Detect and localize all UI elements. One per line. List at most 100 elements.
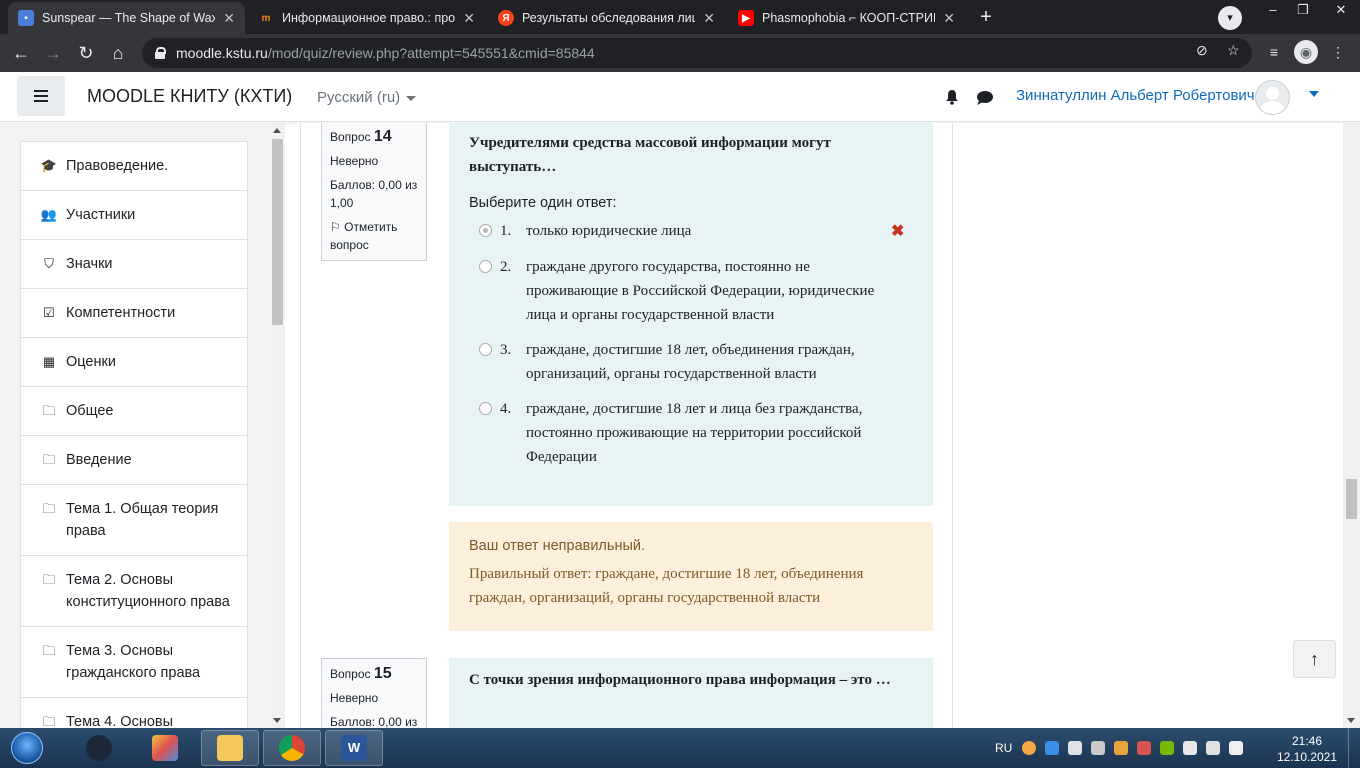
show-desktop-button[interactable] xyxy=(1348,728,1360,768)
tray-app-icon[interactable] xyxy=(1045,741,1060,755)
bookmark-star-icon[interactable]: ☆ xyxy=(1227,42,1240,59)
taskbar-app-steam[interactable] xyxy=(70,730,128,766)
nav-item-competencies[interactable]: ☑ Компетентности xyxy=(21,289,247,338)
answer-option-3: 3. граждане, достигшие 18 лет, объединен… xyxy=(469,338,913,386)
tab-title: Sunspear — The Shape of Wax xyxy=(42,11,216,25)
nvidia-icon[interactable] xyxy=(1160,741,1175,755)
shield-icon: ⛉ xyxy=(44,256,54,271)
question-number-value: 14 xyxy=(373,128,392,145)
nav-item-intro[interactable]: 🗀 Введение xyxy=(21,436,247,485)
close-tab-icon[interactable]: ✕ xyxy=(703,10,715,27)
nav-item-topic-2[interactable]: 🗀 Тема 2. Основы конституционного права xyxy=(21,556,247,627)
answer-radio[interactable] xyxy=(479,224,492,237)
nav-item-label: Участники xyxy=(66,207,136,223)
word-icon: W xyxy=(341,735,367,761)
nav-item-label: Тема 4. Основы xyxy=(66,714,174,728)
taskbar-app-chrome[interactable] xyxy=(263,730,321,766)
minimize-icon[interactable]: – xyxy=(1258,0,1288,22)
page-scrollbar[interactable] xyxy=(1343,123,1360,728)
browser-tab-4[interactable]: ▶ Phasmophobia ⌐ КООП-СТРИМ ✕ xyxy=(728,2,965,34)
tray-app-icon[interactable] xyxy=(1114,741,1129,755)
address-bar[interactable]: moodle.kstu.ru /mod/quiz/review.php?atte… xyxy=(142,38,1252,68)
tray-app-icon[interactable] xyxy=(1137,741,1152,755)
answer-radio[interactable] xyxy=(479,260,492,273)
drawer-scrollbar[interactable] xyxy=(270,123,285,728)
question-marks: Баллов: 0,00 из xyxy=(330,715,418,728)
user-avatar[interactable] xyxy=(1255,80,1290,115)
nav-item-grades[interactable]: ▦ Оценки xyxy=(21,338,247,387)
media-control-icon[interactable]: ≡ xyxy=(1262,40,1286,64)
question-label: Вопрос xyxy=(330,130,371,144)
close-tab-icon[interactable]: ✕ xyxy=(943,10,955,27)
answer-option-4: 4. граждане, достигшие 18 лет и лица без… xyxy=(469,397,913,469)
volume-icon[interactable] xyxy=(1183,741,1198,755)
scroll-down-icon[interactable] xyxy=(273,718,281,723)
tray-app-icon[interactable] xyxy=(1068,741,1083,755)
reload-icon[interactable]: ↻ xyxy=(73,40,99,66)
answer-radio[interactable] xyxy=(479,343,492,356)
moodle-icon: m xyxy=(261,12,271,24)
taskbar-app-word[interactable]: W xyxy=(325,730,383,766)
nav-item-label: Компетентности xyxy=(66,305,176,321)
question-state: Неверно xyxy=(330,691,379,705)
user-name[interactable]: Зиннатуллин Альберт Робертович xyxy=(1016,87,1255,104)
url-host: moodle.kstu.ru xyxy=(176,45,268,61)
scroll-down-icon[interactable] xyxy=(1347,718,1355,723)
restore-icon[interactable]: ❐ xyxy=(1288,0,1318,22)
close-tab-icon[interactable]: ✕ xyxy=(223,10,235,27)
bell-icon[interactable] xyxy=(944,89,960,105)
back-to-top-button[interactable]: ↑ xyxy=(1293,640,1336,678)
nav-item-badges[interactable]: ⛉ Значки xyxy=(21,240,247,289)
browser-tab-1[interactable]: ▪ Sunspear — The Shape of Wax ✕ xyxy=(8,2,245,34)
menu-dots-icon[interactable]: ⋮ xyxy=(1326,40,1350,64)
question-state: Неверно xyxy=(330,154,379,168)
question-text: С точки зрения информационного права инф… xyxy=(469,672,891,688)
question-content-14: Учредителями средства массовой информаци… xyxy=(449,123,933,506)
nav-item-topic-3[interactable]: 🗀 Тема 3. Основы гражданского права xyxy=(21,627,247,698)
scroll-up-icon[interactable] xyxy=(273,128,281,133)
language-menu[interactable]: Русский (ru) xyxy=(317,89,417,106)
site-name[interactable]: MOODLE КНИТУ (КХТИ) xyxy=(87,86,292,107)
lock-icon xyxy=(154,47,166,59)
home-icon[interactable]: ⌂ xyxy=(105,40,131,66)
profile-icon[interactable]: ◉ xyxy=(1294,40,1318,64)
taskbar-app-explorer[interactable] xyxy=(201,730,259,766)
browser-tab-2[interactable]: m Информационное право.: прос ✕ xyxy=(248,2,485,34)
nav-item-general[interactable]: 🗀 Общее xyxy=(21,387,247,436)
network-icon[interactable] xyxy=(1206,741,1221,755)
answer-radio[interactable] xyxy=(479,402,492,415)
nav-item-participants[interactable]: 👥 Участники xyxy=(21,191,247,240)
scrollbar-thumb[interactable] xyxy=(272,139,283,325)
close-tab-icon[interactable]: ✕ xyxy=(463,10,475,27)
nav-item-topic-4[interactable]: 🗀 Тема 4. Основы xyxy=(21,698,247,728)
tray-app-icon[interactable] xyxy=(1022,741,1037,755)
action-center-icon[interactable] xyxy=(1229,741,1244,755)
close-window-icon[interactable]: ✕ xyxy=(1322,0,1360,22)
tab-title: Информационное право.: прос xyxy=(282,11,456,25)
user-menu-caret-icon[interactable] xyxy=(1309,91,1319,97)
question-number: Вопрос 15 xyxy=(330,665,418,683)
input-language[interactable]: RU xyxy=(995,741,1012,755)
eye-off-icon[interactable]: ⊘ xyxy=(1196,42,1208,59)
answer-option-1: 1. только юридические лица ✖ xyxy=(469,219,913,243)
clock-date: 12.10.2021 xyxy=(1276,750,1338,764)
browser-tab-3[interactable]: Я Результаты обследования лица, ✕ xyxy=(488,2,725,34)
nav-item-course[interactable]: 🎓 Правоведение. xyxy=(21,142,247,191)
chat-bubble-icon[interactable] xyxy=(976,90,994,106)
scrollbar-thumb[interactable] xyxy=(1346,479,1357,519)
back-icon[interactable]: ← xyxy=(8,40,34,66)
nav-item-topic-1[interactable]: 🗀 Тема 1. Общая теория права xyxy=(21,485,247,556)
system-clock[interactable]: 21:46 12.10.2021 xyxy=(1272,733,1342,765)
menu-toggle-button[interactable] xyxy=(17,76,65,116)
start-button[interactable] xyxy=(4,730,50,766)
new-tab-button[interactable]: + xyxy=(973,6,999,30)
browser-tab-bar: ▪ Sunspear — The Shape of Wax ✕ m Информ… xyxy=(0,0,1360,34)
folder-icon: 🗀 xyxy=(42,572,56,587)
tab-search-icon[interactable]: ▾ xyxy=(1218,6,1242,30)
taskbar-app-paint[interactable] xyxy=(136,730,194,766)
question-number: Вопрос 14 xyxy=(330,128,418,146)
tray-app-icon[interactable] xyxy=(1091,741,1106,755)
flag-question-link[interactable]: ⚐ Отметить вопрос xyxy=(330,218,418,254)
forward-icon[interactable]: → xyxy=(40,40,66,66)
nav-item-label: Тема 2. Основы конституционного права xyxy=(66,572,230,610)
